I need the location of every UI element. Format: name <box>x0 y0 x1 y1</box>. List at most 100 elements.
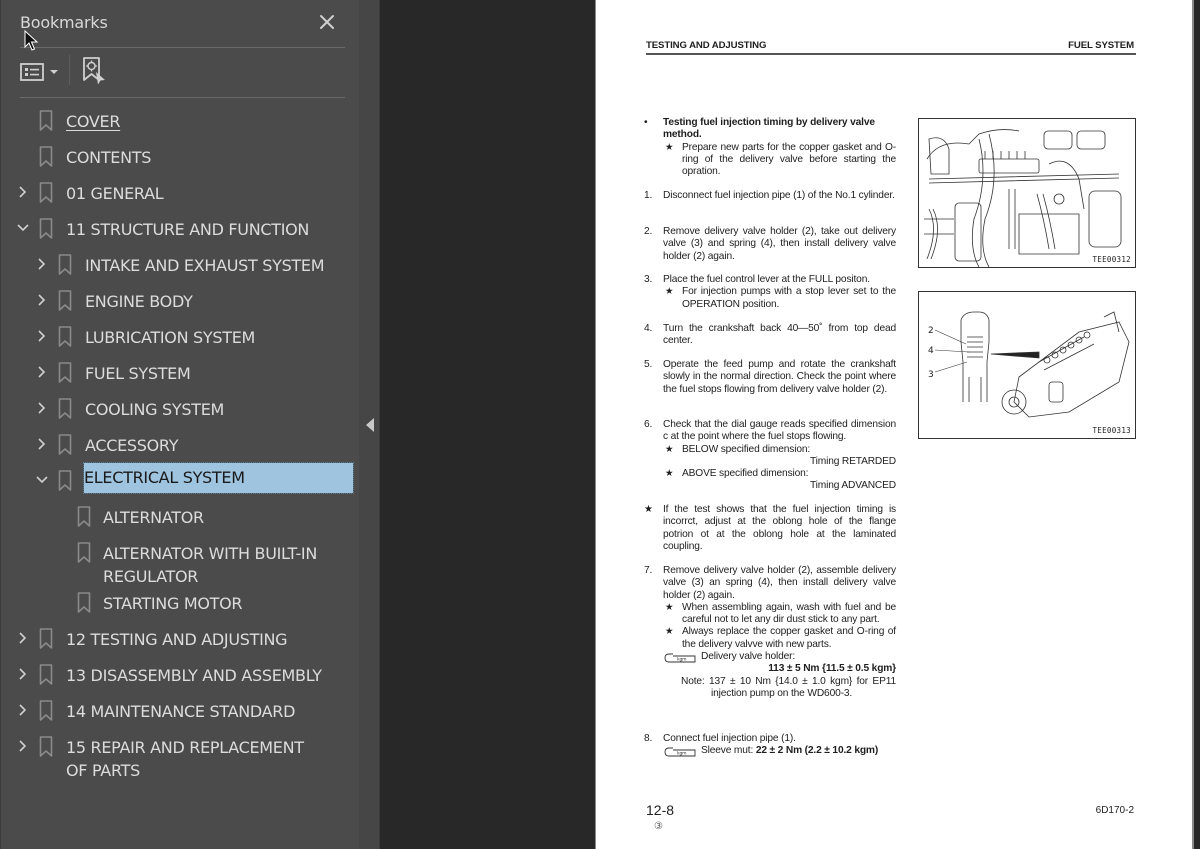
pump-drawing: 2 4 3 <box>928 311 1130 418</box>
bookmark-item[interactable]: 01 GENERAL <box>1 175 360 211</box>
torque-spec: kgm Sleeve mut: 22 ± 2 Nm (2.2 ± 10.2 kg… <box>663 745 896 757</box>
bookmark-label[interactable]: 15 REPAIR AND REPLACEMENT OF PARTS <box>66 736 326 782</box>
find-current-bookmark-icon <box>83 57 105 85</box>
bookmark-label[interactable]: ENGINE BODY <box>85 290 193 313</box>
step-text: Remove delivery valve holder (2), take o… <box>663 226 896 262</box>
bookmark-label[interactable]: COVER <box>66 110 120 133</box>
collapsed-chevron-icon[interactable] <box>16 181 30 203</box>
bookmark-item[interactable]: LUBRICATION SYSTEM <box>1 319 360 355</box>
expanded-chevron-icon[interactable] <box>16 217 30 239</box>
bookmark-item[interactable]: ELECTRICAL SYSTEM <box>1 462 360 499</box>
bookmark-icon <box>39 736 53 758</box>
bookmark-label[interactable]: FUEL SYSTEM <box>85 362 191 385</box>
step-7: 7. Remove delivery valve holder (2), ass… <box>644 565 896 700</box>
step-number: 3. <box>644 274 653 285</box>
bookmark-item[interactable]: 14 MAINTENANCE STANDARD <box>1 693 360 729</box>
step-8: 8. Connect fuel injection pipe (1). kgm … <box>644 733 896 758</box>
below-value: Timing RETARDED <box>809 455 896 467</box>
header-rule <box>646 53 1136 55</box>
bookmark-icon <box>39 146 53 168</box>
bookmark-label[interactable]: 13 DISASSEMBLY AND ASSEMBLY <box>66 664 322 687</box>
toolbar-divider <box>20 97 345 98</box>
collapse-panel-arrow-icon[interactable] <box>366 418 374 432</box>
step-number: 1. <box>644 190 653 201</box>
bookmark-label[interactable]: CONTENTS <box>66 146 151 169</box>
step-text: Place the fuel control lever at the FULL… <box>663 274 870 285</box>
panel-splitter[interactable] <box>359 0 380 849</box>
collapsed-chevron-icon[interactable] <box>35 253 49 275</box>
bookmark-item[interactable]: ACCESSORY <box>1 427 360 463</box>
bookmark-label[interactable]: LUBRICATION SYSTEM <box>85 326 255 349</box>
collapsed-chevron-icon[interactable] <box>16 627 30 649</box>
bookmark-item[interactable]: 15 REPAIR AND REPLACEMENT OF PARTS <box>1 729 360 789</box>
bookmark-item[interactable]: STARTING MOTOR <box>1 585 360 621</box>
document-viewer[interactable]: TESTING AND ADJUSTING FUEL SYSTEM • Test… <box>380 0 1200 849</box>
bookmark-item[interactable]: ENGINE BODY <box>1 283 360 319</box>
chevron-down-icon <box>50 70 58 74</box>
collapsed-chevron-icon[interactable] <box>35 325 49 347</box>
bookmark-label[interactable]: COOLING SYSTEM <box>85 398 224 421</box>
intro-note: Prepare new parts for the copper gasket … <box>663 142 896 179</box>
collapsed-chevron-icon[interactable] <box>35 397 49 419</box>
engine-drawing <box>924 129 1122 267</box>
step-number: 8. <box>644 733 653 744</box>
collapsed-chevron-icon[interactable] <box>35 433 49 455</box>
bookmark-label[interactable]: 12 TESTING AND ADJUSTING <box>66 628 288 651</box>
above-value: Timing ADVANCED <box>809 480 896 492</box>
step-number: 2. <box>644 226 653 237</box>
bookmark-item[interactable]: FUEL SYSTEM <box>1 355 360 391</box>
expanded-chevron-icon[interactable] <box>35 469 49 491</box>
torque-wrench-icon: kgm <box>664 747 696 757</box>
bookmark-icon <box>39 628 53 650</box>
revision-mark: ③ <box>654 821 663 832</box>
bookmark-item[interactable]: COVER <box>1 103 360 139</box>
bookmark-label[interactable]: STARTING MOTOR <box>103 592 243 615</box>
step-number: 4. <box>644 323 653 334</box>
bookmark-icon <box>39 182 53 204</box>
bookmark-item[interactable]: 13 DISASSEMBLY AND ASSEMBLY <box>1 657 360 693</box>
bookmark-label[interactable]: ALTERNATOR WITH BUILT-IN REGULATOR <box>103 542 363 588</box>
star-marker: ★ <box>644 504 653 515</box>
above-label: ABOVE specified dimension: <box>663 468 896 481</box>
bookmarks-panel: Bookmarks COVER CONTENTS 01 GENERAL 11 S… <box>0 0 359 849</box>
bookmark-icon <box>58 470 72 492</box>
bookmark-label[interactable]: 14 MAINTENANCE STANDARD <box>66 700 295 723</box>
bookmark-item[interactable]: INTAKE AND EXHAUST SYSTEM <box>1 247 360 283</box>
collapsed-chevron-icon[interactable] <box>16 699 30 721</box>
close-panel-button[interactable] <box>315 10 339 34</box>
step-number: 6. <box>644 419 653 430</box>
collapsed-chevron-icon[interactable] <box>16 735 30 757</box>
bookmark-label[interactable]: ACCESSORY <box>85 434 179 457</box>
page-number: 12-8 <box>646 802 675 818</box>
bookmark-label[interactable]: ELECTRICAL SYSTEM <box>83 462 354 494</box>
step-note: For injection pumps with a stop lever se… <box>663 286 896 311</box>
bookmark-item[interactable]: 12 TESTING AND ADJUSTING <box>1 621 360 657</box>
collapsed-chevron-icon[interactable] <box>16 663 30 685</box>
bookmark-icon <box>77 506 91 528</box>
below-label: BELOW specified dimension: <box>663 444 896 457</box>
bookmark-item[interactable]: ALTERNATOR <box>1 499 360 535</box>
step-text: Disconnect fuel injection pipe (1) of th… <box>663 190 895 201</box>
bookmark-label[interactable]: 01 GENERAL <box>66 182 164 205</box>
bookmark-item[interactable]: COOLING SYSTEM <box>1 391 360 427</box>
torque-note: Note: 137 ± 10 Nm {14.0 ± 1.0 kgm} for E… <box>681 675 896 699</box>
bookmark-item[interactable]: 11 STRUCTURE AND FUNCTION <box>1 211 360 247</box>
options-menu-button[interactable] <box>20 60 60 84</box>
close-icon <box>320 15 334 29</box>
bookmark-label[interactable]: INTAKE AND EXHAUST SYSTEM <box>85 254 325 277</box>
panel-title: Bookmarks <box>20 13 108 32</box>
bookmark-icon <box>58 326 72 348</box>
step-6: 6. Check that the dial gauge reads speci… <box>644 419 896 493</box>
bookmark-item[interactable]: CONTENTS <box>1 139 360 175</box>
note-text: If the test shows that the fuel injectio… <box>663 504 896 552</box>
bookmark-label[interactable]: 11 STRUCTURE AND FUNCTION <box>66 218 309 241</box>
bookmark-label[interactable]: ALTERNATOR <box>103 506 204 529</box>
collapsed-chevron-icon[interactable] <box>35 361 49 383</box>
step-4: 4. Turn the crankshaft back 40—50˚ from … <box>644 323 896 348</box>
bookmarks-header: Bookmarks <box>1 0 360 48</box>
collapsed-chevron-icon[interactable] <box>35 289 49 311</box>
header-divider <box>20 47 345 48</box>
figure-code: TEE00313 <box>1092 426 1131 435</box>
bookmark-icon <box>58 362 72 384</box>
find-current-bookmark-button[interactable] <box>81 56 107 86</box>
